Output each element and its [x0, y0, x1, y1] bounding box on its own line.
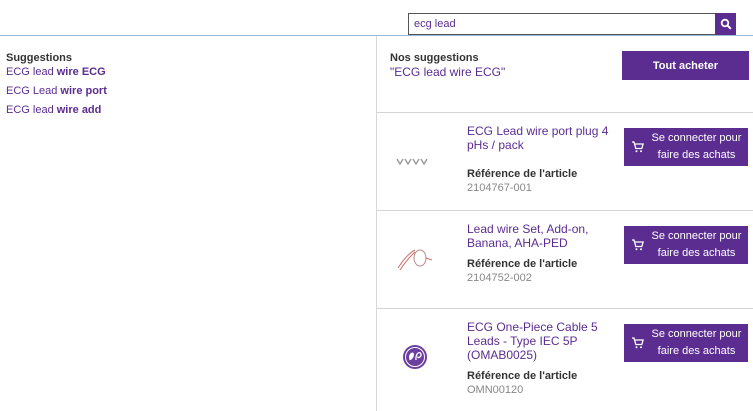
lead-wire-plug-image[interactable]: [390, 139, 440, 183]
product-reference: Référence de l'article 2104767-001: [467, 167, 617, 195]
suggested-query-link[interactable]: "ECG lead wire ECG": [390, 65, 505, 79]
suggestions-title: Suggestions: [6, 52, 73, 64]
login-button-label: Se connecter pour faire des achats: [651, 328, 742, 357]
cart-icon: [627, 239, 647, 251]
product-reference: Référence de l'article 2104752-002: [467, 257, 617, 285]
search-input[interactable]: [408, 13, 716, 35]
ge-logo-image[interactable]: [390, 335, 440, 379]
reference-value: 2104752-002: [467, 272, 532, 284]
suggestion-item[interactable]: ECG Lead wire port: [6, 85, 107, 104]
login-button-label: Se connecter pour faire des achats: [651, 230, 742, 259]
product-name-link[interactable]: ECG One-Piece Cable 5 Leads - Type IEC 5…: [467, 320, 619, 362]
product-row: ECG Lead wire port plug 4 pHs / pack Réf…: [377, 112, 753, 210]
search-icon: [720, 18, 732, 30]
product-name-link[interactable]: ECG Lead wire port plug 4 pHs / pack: [467, 124, 619, 152]
cart-icon: [627, 337, 647, 349]
reference-label: Référence de l'article: [467, 168, 578, 180]
lead-wire-set-image[interactable]: [390, 237, 440, 281]
product-row: ECG One-Piece Cable 5 Leads - Type IEC 5…: [377, 308, 753, 411]
product-name-link[interactable]: Lead wire Set, Add-on, Banana, AHA-PED: [467, 222, 619, 250]
buy-all-button[interactable]: Tout acheter: [622, 51, 749, 80]
product-suggestions-panel: Nos suggestions "ECG lead wire ECG" Tout…: [377, 36, 753, 411]
suggestions-panel: Suggestions ECG lead wire ECG ECG Lead w…: [0, 36, 376, 411]
login-to-buy-button[interactable]: Se connecter pour faire des achats: [624, 324, 748, 362]
suggestion-item[interactable]: ECG lead wire add: [6, 104, 107, 123]
suggestion-highlight: wire add: [56, 104, 102, 116]
suggestions-list: ECG lead wire ECG ECG Lead wire port ECG…: [6, 66, 107, 123]
product-list: ECG Lead wire port plug 4 pHs / pack Réf…: [377, 112, 753, 411]
cart-icon: [627, 141, 647, 153]
reference-label: Référence de l'article: [467, 258, 578, 270]
suggestion-prefix: ECG Lead: [6, 85, 61, 97]
suggestion-prefix: ECG lead: [6, 66, 57, 78]
login-to-buy-button[interactable]: Se connecter pour faire des achats: [624, 226, 748, 264]
suggestion-prefix: ECG lead: [6, 104, 57, 116]
login-button-label: Se connecter pour faire des achats: [651, 132, 742, 161]
search-box: [408, 13, 736, 35]
suggestion-highlight: wire ECG: [56, 66, 106, 78]
suggestion-highlight: wire port: [60, 85, 107, 97]
reference-value: OMN00120: [467, 384, 524, 396]
top-bar: [0, 0, 753, 36]
product-reference: Référence de l'article OMN00120: [467, 369, 617, 397]
search-button[interactable]: [715, 13, 736, 35]
suggestion-item[interactable]: ECG lead wire ECG: [6, 66, 107, 85]
reference-value: 2104767-001: [467, 182, 532, 194]
product-row: Lead wire Set, Add-on, Banana, AHA-PED R…: [377, 210, 753, 308]
login-to-buy-button[interactable]: Se connecter pour faire des achats: [624, 128, 748, 166]
reference-label: Référence de l'article: [467, 370, 578, 382]
nos-suggestions-title: Nos suggestions: [390, 52, 479, 64]
